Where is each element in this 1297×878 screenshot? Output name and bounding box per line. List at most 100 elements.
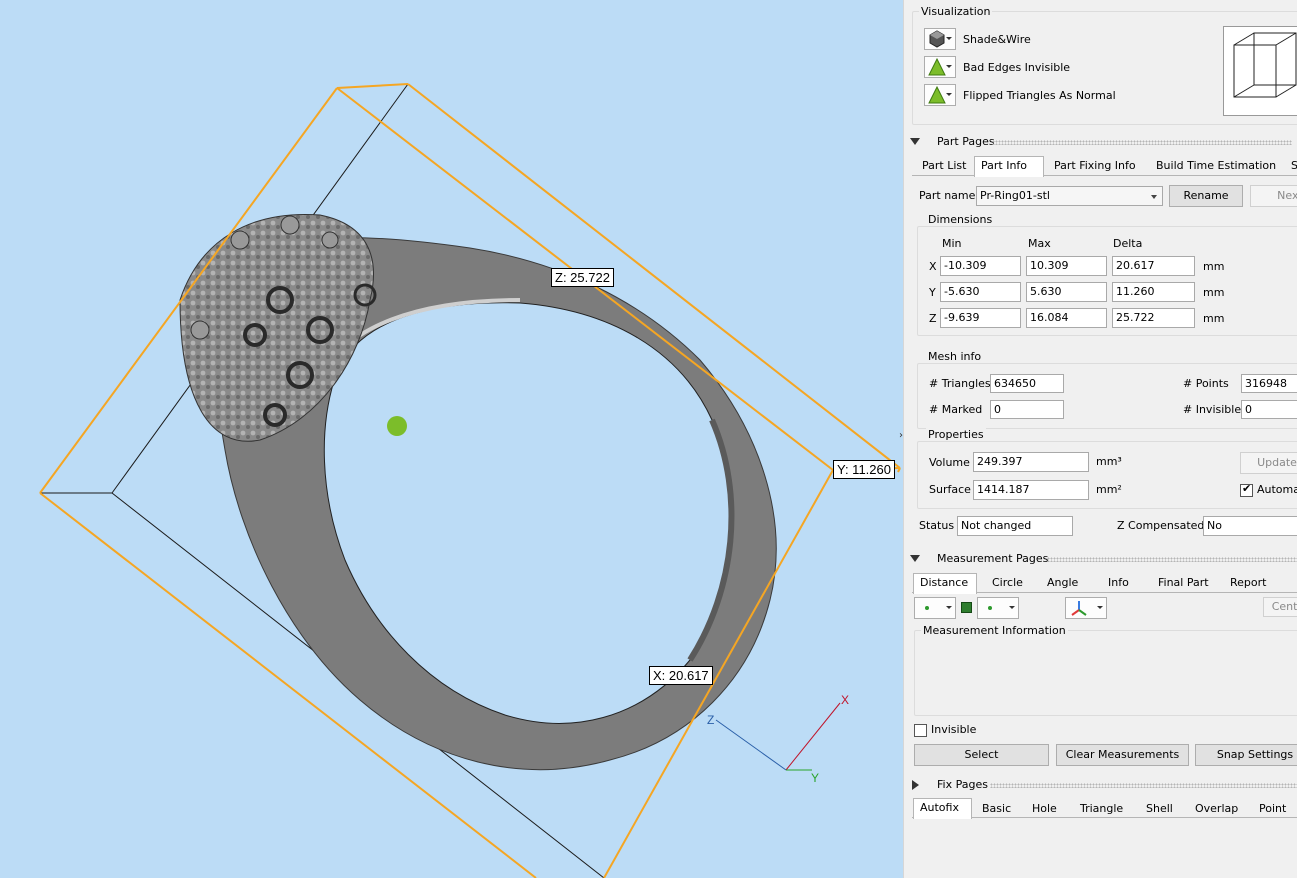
tab-part-info[interactable]: Part Info — [974, 156, 1044, 177]
mesh-info-group — [917, 363, 1297, 429]
green-dot-icon — [925, 606, 929, 610]
dim-z-delta[interactable]: 25.722 — [1112, 308, 1195, 328]
part-name-value: Pr-Ring01-stl — [980, 189, 1050, 202]
check-icon: ✔ — [1242, 482, 1252, 495]
tab-autofix[interactable]: Autofix — [913, 798, 972, 819]
auto-update-checkbox[interactable]: ✔ — [1240, 482, 1253, 497]
axis-x-label: X — [841, 693, 849, 707]
axis-z-label: Z — [707, 713, 714, 727]
center-button[interactable]: Cente — [1263, 597, 1297, 617]
tab-report[interactable]: Report — [1224, 574, 1272, 592]
axis-mode-dropdown[interactable] — [1065, 597, 1107, 619]
tab-st[interactable]: St — [1285, 157, 1297, 175]
snap-settings-button[interactable]: Snap Settings — [1195, 744, 1297, 766]
dim-z-unit: mm — [1203, 312, 1225, 325]
dim-axis-y: Y — [929, 286, 936, 299]
update-button[interactable]: Update — [1240, 452, 1297, 474]
collapse-arrow-icon — [910, 555, 920, 562]
dim-y-max[interactable]: 5.630 — [1026, 282, 1107, 302]
surface-label: Surface — [929, 483, 971, 496]
chevron-down-icon — [1151, 195, 1157, 199]
tab-final-part[interactable]: Final Part — [1152, 574, 1215, 592]
select-button[interactable]: Select — [914, 744, 1049, 766]
status-label: Status — [919, 519, 955, 532]
surface-value[interactable]: 1414.187 — [973, 480, 1089, 500]
dim-y-min[interactable]: -5.630 — [940, 282, 1021, 302]
tab-distance[interactable]: Distance — [913, 573, 977, 594]
expand-arrow-icon — [912, 780, 919, 790]
auto-update-label: Automa — [1257, 483, 1297, 496]
marked-value[interactable]: 0 — [990, 400, 1064, 419]
dim-x-max[interactable]: 10.309 — [1026, 256, 1107, 276]
tab-shell[interactable]: Shell — [1140, 800, 1179, 818]
clear-measurements-button[interactable]: Clear Measurements — [1056, 744, 1189, 766]
tab-build-time-estimation[interactable]: Build Time Estimation — [1150, 157, 1282, 175]
panel-resize-grip[interactable]: › — [899, 430, 905, 444]
axis-y-label: Y — [811, 771, 819, 785]
xyz-axis-icon — [1071, 601, 1087, 616]
next-button[interactable]: Next — [1250, 185, 1297, 207]
bad-edges-dropdown[interactable] — [924, 56, 956, 78]
bad-edges-label: Bad Edges Invisible — [963, 61, 1071, 74]
point-type-dropdown-1[interactable] — [914, 597, 956, 619]
dimension-label-z: Z: 25.722 — [551, 268, 614, 287]
flipped-triangles-label: Flipped Triangles As Normal — [963, 89, 1116, 102]
tab-basic[interactable]: Basic — [976, 800, 1017, 818]
points-label: # Points — [1183, 377, 1229, 390]
dimension-label-x: X: 20.617 — [649, 666, 713, 685]
tab-point[interactable]: Point — [1253, 800, 1292, 818]
dim-y-delta[interactable]: 11.260 — [1112, 282, 1195, 302]
tab-info[interactable]: Info — [1102, 574, 1135, 592]
volume-label: Volume — [929, 456, 970, 469]
tab-part-list[interactable]: Part List — [916, 157, 972, 175]
invisible-checkbox[interactable] — [914, 724, 927, 737]
dimension-label-y: Y: 11.260 — [833, 460, 895, 479]
properties-title: Properties — [926, 428, 986, 441]
point-type-dropdown-2[interactable] — [977, 597, 1019, 619]
tab-part-fixing-info[interactable]: Part Fixing Info — [1048, 157, 1142, 175]
measurement-pages-title: Measurement Pages — [937, 552, 1049, 565]
tab-hole[interactable]: Hole — [1026, 800, 1063, 818]
section-divider — [1047, 557, 1297, 562]
part-name-label: Part name — [919, 189, 976, 202]
scene-canvas[interactable]: X Y Z — [0, 0, 903, 878]
green-dot-icon — [988, 606, 992, 610]
dimensions-title: Dimensions — [926, 213, 995, 226]
dim-header-min: Min — [942, 237, 962, 250]
dim-x-min[interactable]: -10.309 — [940, 256, 1021, 276]
axis-triad — [715, 702, 841, 771]
dim-z-max[interactable]: 16.084 — [1026, 308, 1107, 328]
dim-axis-x: X — [929, 260, 937, 273]
measurement-info-group — [914, 630, 1297, 716]
z-compensated-value[interactable]: No — [1203, 516, 1297, 536]
status-value[interactable]: Not changed — [957, 516, 1073, 536]
invisible-checkbox-label: Invisible — [931, 723, 977, 736]
shade-mode-label: Shade&Wire — [963, 33, 1031, 46]
rename-button[interactable]: Rename — [1169, 185, 1243, 207]
view-cube[interactable] — [1223, 26, 1297, 116]
tab-circle[interactable]: Circle — [986, 574, 1029, 592]
part-name-select[interactable]: Pr-Ring01-stl — [976, 186, 1163, 206]
invisible-count-label: # Invisible — [1183, 403, 1242, 416]
tab-overlap[interactable]: Overlap — [1189, 800, 1244, 818]
volume-unit: mm³ — [1096, 455, 1122, 468]
part-tabs-baseline — [912, 175, 1297, 176]
volume-value[interactable]: 249.397 — [973, 452, 1089, 472]
dim-z-min[interactable]: -9.639 — [940, 308, 1021, 328]
points-value[interactable]: 316948 — [1241, 374, 1297, 393]
tab-triangle[interactable]: Triangle — [1074, 800, 1129, 818]
dim-x-delta[interactable]: 20.617 — [1112, 256, 1195, 276]
flipped-triangles-dropdown[interactable] — [924, 84, 956, 106]
invisible-count-value[interactable]: 0 — [1241, 400, 1297, 419]
dim-y-unit: mm — [1203, 286, 1225, 299]
triangles-value[interactable]: 634650 — [990, 374, 1064, 393]
center-marker — [387, 416, 407, 436]
tab-angle[interactable]: Angle — [1041, 574, 1084, 592]
shade-mode-dropdown[interactable] — [924, 28, 956, 50]
z-compensated-label: Z Compensated — [1117, 519, 1205, 532]
properties-panel: Visualization Shade&Wire Bad Edges Invis… — [903, 0, 1297, 878]
section-divider — [992, 140, 1292, 145]
part-pages-title: Part Pages — [937, 135, 995, 148]
mesh-info-title: Mesh info — [926, 350, 984, 363]
3d-viewport[interactable]: X Y Z Z: 25.722 Y: 11.260 X: 20.617 — [0, 0, 903, 878]
